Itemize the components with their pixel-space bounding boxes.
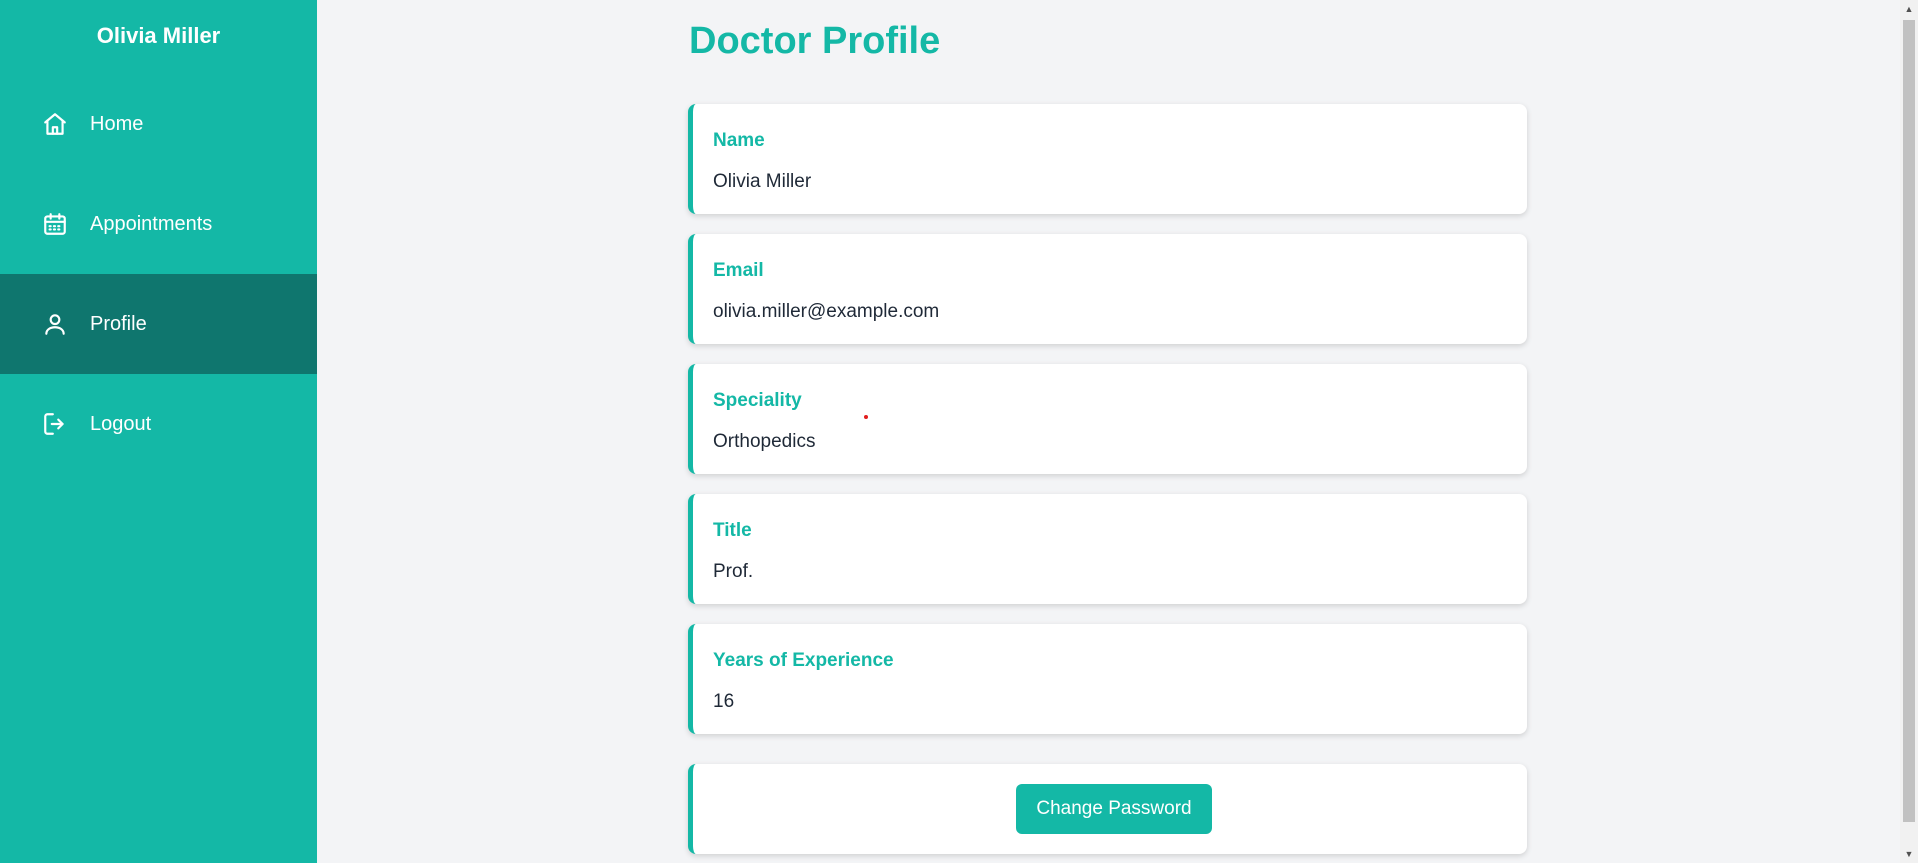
profile-card-speciality: Speciality Orthopedics bbox=[688, 364, 1527, 474]
change-password-card: Change Password bbox=[688, 764, 1527, 854]
profile-card-email: Email olivia.miller@example.com bbox=[688, 234, 1527, 344]
scroll-up-icon[interactable]: ▲ bbox=[1900, 0, 1918, 18]
sidebar-item-label: Appointments bbox=[90, 212, 213, 235]
page-title: Doctor Profile bbox=[689, 20, 941, 62]
vertical-scrollbar[interactable]: ▲ ▼ bbox=[1900, 0, 1918, 863]
sidebar: Olivia Miller Home Appointments Profile … bbox=[0, 0, 317, 863]
cursor-marker bbox=[864, 415, 868, 419]
sidebar-item-label: Logout bbox=[90, 412, 152, 435]
sidebar-nav: Home Appointments Profile Logout bbox=[0, 74, 317, 474]
profile-card-title: Title Prof. bbox=[688, 494, 1527, 604]
field-label: Speciality bbox=[713, 390, 802, 411]
field-value: Olivia Miller bbox=[713, 171, 812, 192]
home-icon bbox=[42, 111, 68, 137]
field-label: Name bbox=[713, 130, 765, 151]
calendar-icon bbox=[42, 211, 68, 237]
change-password-button[interactable]: Change Password bbox=[1016, 784, 1212, 834]
scrollbar-thumb[interactable] bbox=[1903, 20, 1915, 822]
sidebar-item-logout[interactable]: Logout bbox=[0, 374, 317, 474]
user-icon bbox=[42, 311, 68, 337]
sidebar-item-appointments[interactable]: Appointments bbox=[0, 174, 317, 274]
sidebar-user-name: Olivia Miller bbox=[96, 23, 221, 48]
field-value: Orthopedics bbox=[713, 431, 816, 452]
main-area: Doctor Profile Name Olivia Miller Email … bbox=[317, 0, 1900, 863]
profile-card-experience: Years of Experience 16 bbox=[688, 624, 1527, 734]
logout-icon bbox=[42, 411, 68, 437]
profile-card-name: Name Olivia Miller bbox=[688, 104, 1527, 214]
field-value: olivia.miller@example.com bbox=[713, 301, 940, 322]
sidebar-item-label: Home bbox=[90, 112, 144, 135]
field-label: Years of Experience bbox=[713, 650, 894, 671]
field-label: Email bbox=[713, 260, 764, 281]
field-value: Prof. bbox=[713, 561, 754, 582]
field-value: 16 bbox=[713, 691, 735, 712]
sidebar-item-label: Profile bbox=[90, 312, 147, 335]
scroll-down-icon[interactable]: ▼ bbox=[1900, 845, 1918, 863]
sidebar-item-profile[interactable]: Profile bbox=[0, 274, 317, 374]
field-label: Title bbox=[713, 520, 752, 541]
sidebar-item-home[interactable]: Home bbox=[0, 74, 317, 174]
